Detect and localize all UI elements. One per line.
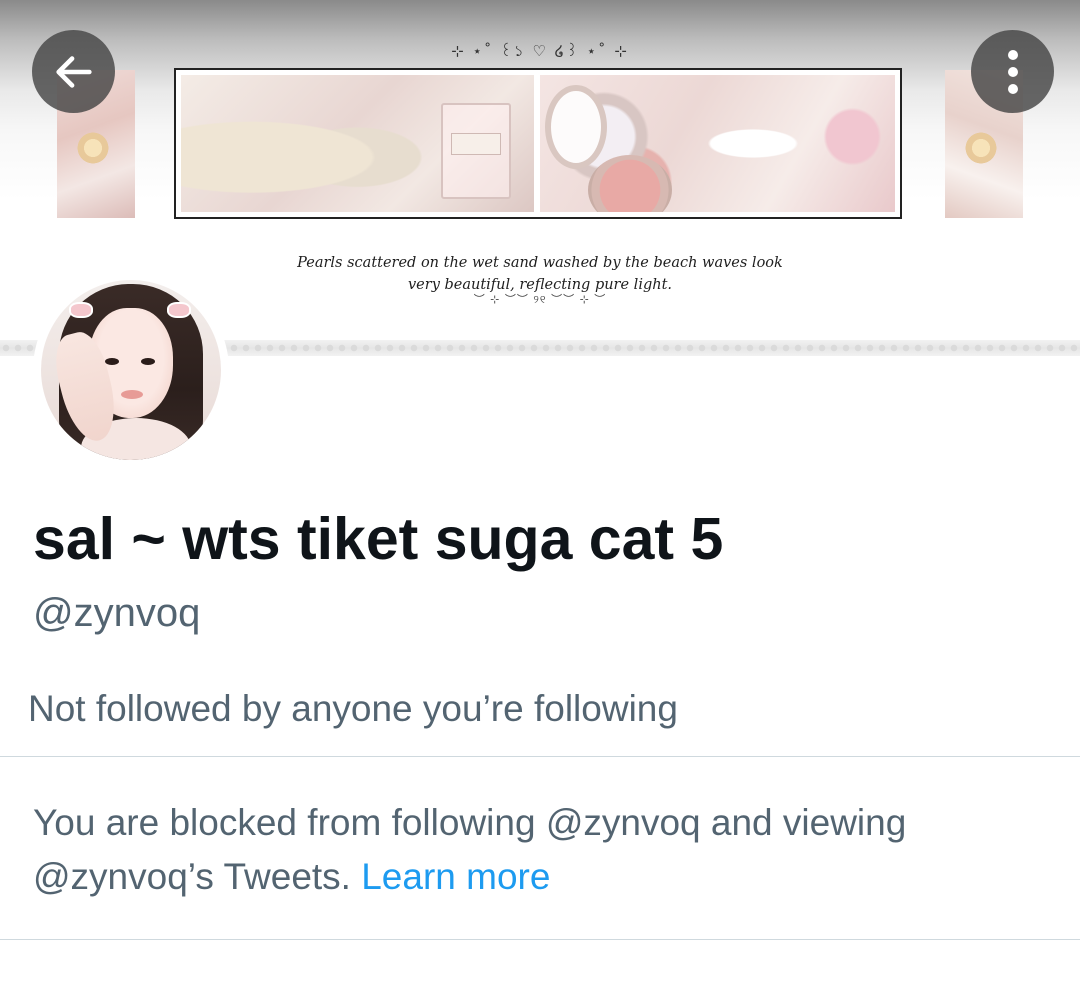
hand-mirror-graphic [545, 85, 607, 169]
avatar-lip-graphic [121, 390, 143, 399]
back-button[interactable] [32, 30, 115, 113]
more-options-button[interactable] [971, 30, 1054, 113]
profile-avatar[interactable] [33, 272, 229, 468]
banner-collage-vanity-image [181, 75, 534, 212]
banner-collage-frame [174, 68, 902, 219]
hair-bow-icon [71, 304, 91, 316]
learn-more-link[interactable]: Learn more [361, 856, 550, 897]
banner-quote-line1: Pearls scattered on the wet sand washed … [297, 255, 783, 271]
avatar-eye-graphic [105, 358, 119, 365]
divider [0, 756, 1080, 757]
avatar-photo [41, 280, 221, 460]
perfume-label-graphic [451, 133, 501, 155]
divider [0, 939, 1080, 940]
followers-you-know-text[interactable]: Not followed by anyone you’re following [28, 686, 678, 732]
profile-handle: @zynvoq [33, 591, 201, 635]
avatar-eye-graphic [141, 358, 155, 365]
arrow-left-icon [55, 55, 92, 88]
blush-compact-graphic [588, 155, 672, 212]
banner-collage-mirror-image [540, 75, 895, 212]
blocked-notice: You are blocked from following @zynvoq a… [33, 796, 1043, 904]
banner-ornament-text: ⊹ ⋆˚ ꒰১ ♡ ໒꒱ ⋆˚ ⊹ [451, 42, 629, 60]
profile-display-name: sal ~ wts tiket suga cat 5 [33, 506, 724, 572]
hair-bow-icon [169, 304, 189, 316]
perfume-bottle-graphic [441, 103, 511, 199]
more-vertical-icon [1007, 49, 1018, 94]
